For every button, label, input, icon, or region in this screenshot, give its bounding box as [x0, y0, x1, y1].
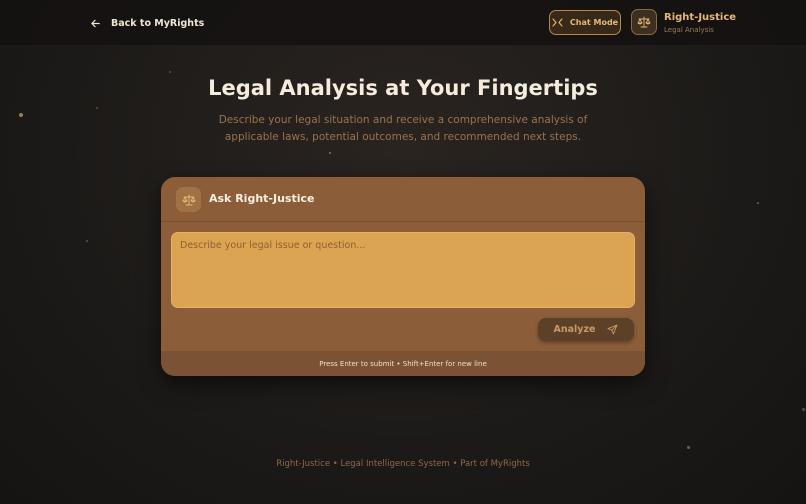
brand-subtitle: Legal Analysis — [664, 26, 714, 34]
arrow-left-icon — [91, 19, 100, 27]
page-description: Describe your legal situation and receiv… — [218, 114, 588, 143]
card-icon-box — [176, 187, 201, 212]
background-dot — [96, 107, 98, 109]
brand-logo — [631, 9, 657, 35]
chat-mode-label: Chat Mode — [569, 18, 619, 27]
brand-name: Right-Justice — [664, 12, 737, 23]
legal-question-input-wrapper — [171, 232, 635, 308]
chat-mode-icon — [552, 18, 563, 27]
card-title: Ask Right-Justice — [209, 192, 315, 205]
card-header: Ask Right-Justice — [161, 177, 645, 222]
back-to-myrights-link[interactable]: Back to MyRights — [90, 14, 204, 32]
analyze-label: Analyze — [553, 324, 596, 335]
scales-icon — [181, 194, 196, 205]
background-dot — [687, 446, 690, 449]
background-dot — [19, 113, 23, 117]
chat-mode-button[interactable]: Chat Mode — [549, 10, 621, 35]
background-dot — [802, 408, 805, 411]
page-footer: Right-Justice • Legal Intelligence Syste… — [276, 459, 530, 469]
send-icon — [608, 324, 618, 335]
background-dot — [757, 202, 759, 204]
ask-card: Ask Right-Justice Analyze Press Enter to… — [161, 177, 645, 376]
background-dot — [169, 71, 171, 73]
page-title: Legal Analysis at Your Fingertips — [208, 76, 598, 100]
background-dot — [86, 240, 88, 242]
background-dot — [329, 152, 331, 154]
analyze-button[interactable]: Analyze — [538, 318, 634, 341]
legal-question-input[interactable] — [172, 233, 634, 307]
back-link-label: Back to MyRights — [111, 17, 205, 29]
input-hint: Press Enter to submit • Shift+Enter for … — [161, 351, 645, 376]
top-bar: Back to MyRights Chat Mode Right-Justice… — [0, 0, 806, 46]
scales-icon — [637, 16, 651, 28]
